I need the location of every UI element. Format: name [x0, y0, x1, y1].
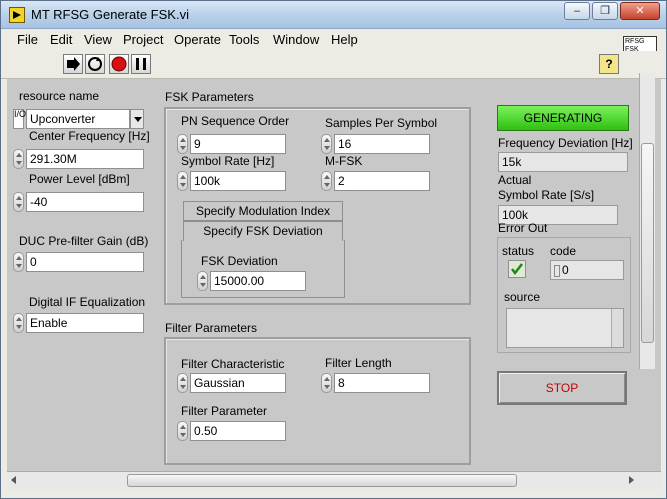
fsk-parameters-label: FSK Parameters	[165, 90, 254, 104]
duc-prefilter-gain-label: DUC Pre-filter Gain (dB)	[19, 234, 149, 248]
pn-sequence-order-label: PN Sequence Order	[181, 114, 290, 128]
filter-characteristic-field[interactable]: Gaussian	[190, 373, 286, 393]
status-label: status	[502, 244, 535, 258]
menu-window[interactable]: Window	[273, 32, 319, 47]
filter-parameter-field[interactable]: 0.50	[190, 421, 286, 441]
title-bar: MT RFSG Generate FSK.vi – ❐ ✕	[1, 1, 666, 29]
samples-per-symbol-field[interactable]: 16	[334, 134, 430, 154]
menu-operate[interactable]: Operate	[174, 32, 221, 47]
m-fsk-spinner[interactable]	[321, 171, 332, 191]
symbol-rate-label: Symbol Rate [Hz]	[181, 154, 275, 168]
error-out-label: Error Out	[498, 221, 548, 235]
scroll-right-icon[interactable]	[629, 476, 634, 484]
pn-sequence-order-spinner[interactable]	[177, 134, 188, 154]
menu-view[interactable]: View	[84, 32, 112, 47]
power-level-label: Power Level [dBm]	[29, 172, 130, 186]
menu-bar: File Edit View Project Operate Tools Win…	[1, 29, 666, 51]
vertical-scroll-thumb[interactable]	[641, 143, 654, 343]
resource-name-label: resource name	[19, 89, 100, 103]
run-continuously-icon	[88, 57, 102, 71]
code-indicator: 0	[550, 260, 624, 280]
filter-parameter-label: Filter Parameter	[181, 404, 268, 418]
restore-button[interactable]: ❐	[592, 2, 618, 20]
abort-execution-button[interactable]	[109, 54, 129, 74]
center-frequency-field[interactable]: 291.30M	[26, 149, 144, 169]
fsk-deviation-label: FSK Deviation	[201, 254, 278, 268]
tab-specify-modulation-index[interactable]: Specify Modulation Index	[183, 201, 343, 221]
samples-per-symbol-label: Samples Per Symbol	[325, 116, 438, 130]
digital-if-equalization-spinner[interactable]	[13, 313, 24, 333]
run-continuously-button[interactable]	[85, 54, 105, 74]
error-out-cluster: status code 0 source	[497, 237, 631, 353]
center-frequency-label: Center Frequency [Hz]	[29, 129, 150, 143]
frequency-deviation-indicator: 15k	[498, 152, 628, 172]
resource-dropdown-button[interactable]	[130, 109, 144, 129]
duc-prefilter-gain-field[interactable]: 0	[26, 252, 144, 272]
horizontal-scrollbar[interactable]	[7, 471, 661, 489]
filter-length-label: Filter Length	[325, 356, 392, 370]
actual-symbol-rate-label-line1: Actual	[498, 173, 532, 187]
center-frequency-spinner[interactable]	[13, 149, 24, 169]
code-radix-icon	[554, 264, 560, 277]
io-icon: I/O	[13, 109, 26, 129]
run-arrow-icon	[67, 57, 80, 71]
samples-per-symbol-spinner[interactable]	[321, 134, 332, 154]
filter-parameter-spinner[interactable]	[177, 421, 188, 441]
pause-button[interactable]	[131, 54, 151, 74]
tab-specify-fsk-deviation[interactable]: Specify FSK Deviation	[183, 221, 343, 241]
generating-indicator-button[interactable]: GENERATING	[497, 105, 629, 131]
abort-stop-icon	[111, 56, 127, 72]
resource-name-control[interactable]: I/O Upconverter	[13, 109, 144, 129]
minimize-button[interactable]: –	[564, 2, 590, 20]
menu-edit[interactable]: Edit	[50, 32, 72, 47]
pn-sequence-order-field[interactable]: 9	[190, 134, 286, 154]
digital-if-equalization-field[interactable]: Enable	[26, 313, 144, 333]
stop-button[interactable]: STOP	[497, 371, 627, 405]
filter-length-spinner[interactable]	[321, 373, 332, 393]
m-fsk-label: M-FSK	[325, 154, 363, 168]
filter-characteristic-spinner[interactable]	[177, 373, 188, 393]
scroll-left-icon[interactable]	[11, 476, 16, 484]
source-label: source	[504, 290, 541, 304]
horizontal-scroll-thumb[interactable]	[127, 474, 517, 487]
filter-length-field[interactable]: 8	[334, 373, 430, 393]
fsk-deviation-spinner[interactable]	[197, 271, 208, 291]
digital-if-equalization-label: Digital IF Equalization	[29, 295, 146, 309]
window-title: MT RFSG Generate FSK.vi	[31, 7, 189, 22]
close-button[interactable]: ✕	[620, 2, 660, 20]
m-fsk-field[interactable]: 2	[334, 171, 430, 191]
power-level-field[interactable]: -40	[26, 192, 144, 212]
context-help-button[interactable]: ?	[599, 54, 619, 74]
fsk-deviation-field[interactable]: 15000.00	[210, 271, 306, 291]
menu-help[interactable]: Help	[331, 32, 358, 47]
status-checkmark-icon	[508, 260, 526, 278]
toolbar: ?	[1, 51, 666, 79]
menu-file[interactable]: File	[17, 32, 38, 47]
power-level-spinner[interactable]	[13, 192, 24, 212]
code-value: 0	[562, 263, 569, 277]
resource-name-field[interactable]: Upconverter	[26, 109, 130, 129]
filter-parameters-label: Filter Parameters	[165, 321, 258, 335]
filter-characteristic-label: Filter Characteristic	[181, 357, 285, 371]
source-indicator	[506, 308, 624, 348]
vertical-scrollbar[interactable]	[639, 73, 655, 369]
code-label: code	[550, 244, 577, 258]
actual-symbol-rate-label-line2: Symbol Rate [S/s]	[498, 188, 595, 202]
front-panel: resource name I/O Upconverter Center Fre…	[7, 79, 661, 471]
run-arrow-button[interactable]	[63, 54, 83, 74]
symbol-rate-spinner[interactable]	[177, 171, 188, 191]
frequency-deviation-label: Frequency Deviation [Hz]	[498, 136, 633, 150]
menu-project[interactable]: Project	[123, 32, 163, 47]
source-scrollbar[interactable]	[611, 309, 623, 347]
app-window: MT RFSG Generate FSK.vi – ❐ ✕ File Edit …	[0, 0, 667, 499]
chevron-down-icon	[134, 117, 142, 122]
labview-vi-icon	[9, 7, 25, 23]
symbol-rate-field[interactable]: 100k	[190, 171, 286, 191]
menu-tools[interactable]: Tools	[229, 32, 259, 47]
duc-prefilter-gain-spinner[interactable]	[13, 252, 24, 272]
pause-icon	[136, 58, 146, 70]
